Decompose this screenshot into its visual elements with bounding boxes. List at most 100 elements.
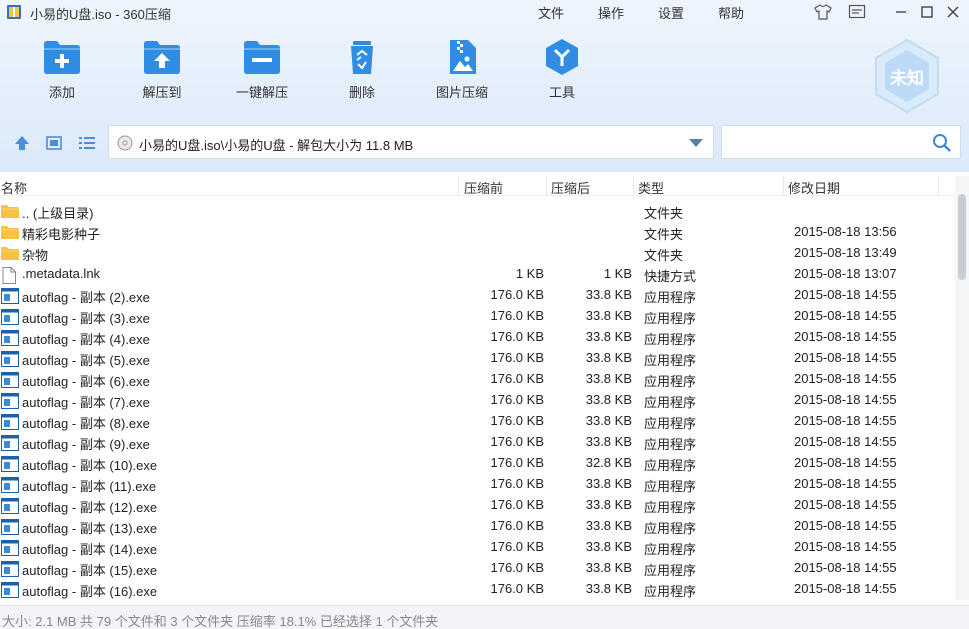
menu-help[interactable]: 帮助 bbox=[718, 3, 744, 22]
minimize-button[interactable] bbox=[890, 2, 912, 22]
file-type: 应用程序 bbox=[644, 374, 697, 389]
compressed-size: 33.8 KB bbox=[585, 581, 632, 596]
column-orig-size[interactable]: 压缩前 bbox=[464, 178, 503, 197]
file-type: 应用程序 bbox=[644, 479, 697, 494]
menu-file[interactable]: 文件 bbox=[538, 3, 564, 22]
maximize-icon bbox=[921, 6, 933, 18]
tools-button[interactable]: 工具 bbox=[517, 38, 607, 112]
skin-button[interactable] bbox=[812, 2, 834, 22]
compressed-size: 32.8 KB bbox=[585, 455, 632, 470]
file-row[interactable]: autoflag - 副本 (16).exe 176.0 KB 33.8 KB 应用程… bbox=[0, 579, 955, 600]
file-row[interactable]: autoflag - 副本 (13).exe 176.0 KB 33.8 KB 应用程… bbox=[0, 516, 955, 537]
original-size: 176.0 KB bbox=[490, 434, 545, 449]
file-row[interactable]: autoflag - 副本 (2).exe 176.0 KB 33.8 KB 应用程序… bbox=[0, 285, 955, 306]
file-type: 文件夹 bbox=[644, 206, 684, 221]
close-button[interactable] bbox=[942, 2, 964, 22]
exe-icon bbox=[1, 288, 19, 307]
up-level-button[interactable] bbox=[12, 133, 32, 153]
image-compress-button[interactable]: 图片压缩 bbox=[417, 38, 507, 112]
file-name: 精彩电影种子 bbox=[22, 227, 101, 242]
column-divider[interactable] bbox=[546, 176, 547, 196]
status-bar: 大小: 2.1 MB 共 79 个文件和 3 个文件夹 压缩率 18.1% 已经… bbox=[0, 605, 969, 629]
exe-icon bbox=[1, 372, 19, 391]
original-size: 176.0 KB bbox=[490, 392, 545, 407]
add-folder-icon bbox=[44, 41, 80, 74]
compressed-size: 33.8 KB bbox=[585, 518, 632, 533]
thumbnail-view-button[interactable] bbox=[44, 133, 64, 153]
extract-to-button[interactable]: 解压到 bbox=[117, 38, 207, 112]
add-button[interactable]: 添加 bbox=[17, 38, 107, 112]
file-row[interactable]: .. (上级目录) 文件夹 bbox=[0, 201, 955, 222]
exe-icon bbox=[1, 582, 19, 600]
vertical-scrollbar[interactable] bbox=[955, 176, 969, 600]
title-bar: 小易的U盘.iso - 360压缩 文件 操作 设置 帮助 bbox=[0, 0, 969, 24]
column-modified-date[interactable]: 修改日期 bbox=[788, 178, 840, 197]
recycle-bin-icon bbox=[351, 41, 373, 74]
file-row[interactable]: autoflag - 副本 (9).exe 176.0 KB 33.8 KB 应用程序… bbox=[0, 432, 955, 453]
column-divider[interactable] bbox=[633, 176, 634, 196]
compressed-size: 33.8 KB bbox=[585, 371, 632, 386]
delete-button[interactable]: 删除 bbox=[317, 38, 407, 112]
file-row[interactable]: autoflag - 副本 (8).exe 176.0 KB 33.8 KB 应用程序… bbox=[0, 411, 955, 432]
file-name: autoflag - 副本 (2).exe bbox=[22, 290, 150, 305]
file-row[interactable]: autoflag - 副本 (5).exe 176.0 KB 33.8 KB 应用程序… bbox=[0, 348, 955, 369]
file-row[interactable]: autoflag - 副本 (3).exe 176.0 KB 33.8 KB 应用程序… bbox=[0, 306, 955, 327]
file-name: autoflag - 副本 (16).exe bbox=[22, 584, 158, 599]
file-list: .. (上级目录) 文件夹 精彩电影种子 文件夹 2015-08-18 13:56 杂物文… bbox=[0, 201, 955, 600]
exe-icon bbox=[1, 351, 19, 370]
column-divider[interactable] bbox=[938, 176, 939, 196]
file-type: 应用程序 bbox=[644, 542, 697, 557]
file-type: 应用程序 bbox=[644, 458, 697, 473]
file-row[interactable]: 精彩电影种子 文件夹 2015-08-18 13:56 bbox=[0, 222, 955, 243]
file-type: 应用程序 bbox=[644, 563, 697, 578]
file-row[interactable]: 杂物 文件夹 2015-08-18 13:49 bbox=[0, 243, 955, 264]
address-dropdown-icon[interactable] bbox=[689, 139, 703, 147]
search-icon[interactable] bbox=[932, 133, 952, 153]
security-badge[interactable]: 未知 bbox=[872, 38, 942, 114]
scrollbar-thumb[interactable] bbox=[958, 194, 966, 280]
column-name[interactable]: 名称 bbox=[1, 178, 27, 197]
file-row[interactable]: autoflag - 副本 (14).exe 176.0 KB 33.8 KB 应用程… bbox=[0, 537, 955, 558]
compressed-size: 33.8 KB bbox=[585, 287, 632, 302]
file-row[interactable]: autoflag - 副本 (10).exe 176.0 KB 32.8 KB 应用程… bbox=[0, 453, 955, 474]
file-row[interactable]: autoflag - 副本 (4).exe 176.0 KB 33.8 KB 应用程序… bbox=[0, 327, 955, 348]
app-logo-icon bbox=[7, 5, 21, 19]
file-row[interactable]: autoflag - 副本 (12).exe 176.0 KB 33.8 KB 应用程… bbox=[0, 495, 955, 516]
file-row[interactable]: autoflag - 副本 (15).exe 176.0 KB 33.8 KB 应用程… bbox=[0, 558, 955, 579]
exe-icon bbox=[1, 540, 19, 559]
file-row[interactable]: .metadata.lnk 1 KB 1 KB 快捷方式 2015-08-18 13:0… bbox=[0, 264, 955, 285]
file-row[interactable]: autoflag - 副本 (7).exe 176.0 KB 33.8 KB 应用程序… bbox=[0, 390, 955, 411]
close-icon bbox=[947, 6, 959, 18]
menu-settings[interactable]: 设置 bbox=[658, 3, 684, 22]
file-name: autoflag - 副本 (3).exe bbox=[22, 311, 150, 326]
compressed-size: 33.8 KB bbox=[585, 497, 632, 512]
one-click-extract-button[interactable]: 一键解压 bbox=[217, 38, 307, 112]
file-row[interactable]: autoflag - 副本 (11).exe 176.0 KB 33.8 KB 应用程… bbox=[0, 474, 955, 495]
feedback-button[interactable] bbox=[846, 2, 868, 22]
column-divider[interactable] bbox=[458, 176, 459, 196]
folder-icon bbox=[1, 246, 19, 264]
file-row[interactable]: autoflag - 副本 (6).exe 176.0 KB 33.8 KB 应用程序… bbox=[0, 369, 955, 390]
maximize-button[interactable] bbox=[916, 2, 938, 22]
address-bar[interactable]: 小易的U盘.iso\小易的U盘 - 解包大小为 11.8 MB bbox=[108, 125, 714, 159]
modified-date: 2015-08-18 14:55 bbox=[794, 371, 897, 386]
compressed-size: 33.8 KB bbox=[585, 539, 632, 554]
exe-icon bbox=[1, 477, 19, 496]
search-box[interactable] bbox=[721, 125, 961, 159]
exe-icon bbox=[1, 519, 19, 538]
modified-date: 2015-08-18 14:55 bbox=[794, 581, 897, 596]
file-type: 文件夹 bbox=[644, 227, 684, 242]
original-size: 176.0 KB bbox=[490, 560, 545, 575]
modified-date: 2015-08-18 13:49 bbox=[794, 245, 897, 260]
column-divider[interactable] bbox=[783, 176, 784, 196]
original-size: 176.0 KB bbox=[490, 476, 545, 491]
list-view-button[interactable] bbox=[77, 133, 97, 153]
disc-icon bbox=[117, 135, 133, 151]
column-comp-size[interactable]: 压缩后 bbox=[551, 178, 590, 197]
column-type[interactable]: 类型 bbox=[638, 178, 664, 197]
file-name: autoflag - 副本 (11).exe bbox=[22, 479, 157, 494]
compressed-size: 33.8 KB bbox=[585, 329, 632, 344]
compressed-size: 33.8 KB bbox=[585, 434, 632, 449]
menu-operate[interactable]: 操作 bbox=[598, 3, 624, 22]
file-type: 应用程序 bbox=[644, 500, 697, 515]
